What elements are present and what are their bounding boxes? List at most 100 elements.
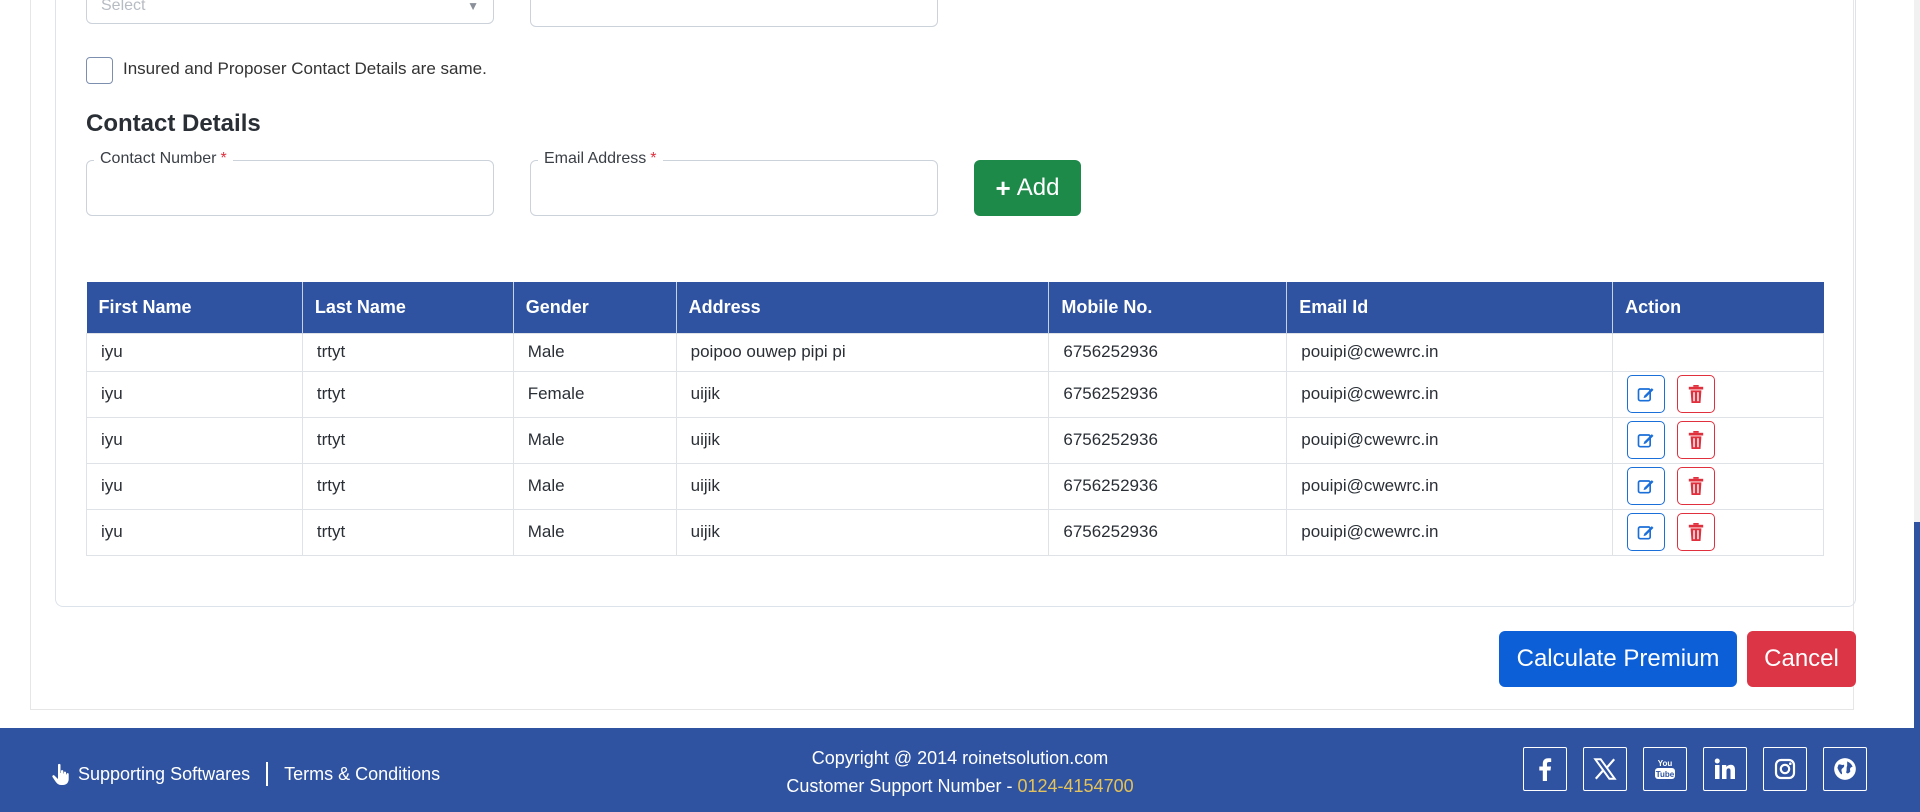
footer-divider — [266, 762, 269, 786]
scrollbar[interactable] — [1914, 0, 1920, 812]
facebook-link[interactable] — [1523, 747, 1567, 791]
previous-text-field[interactable] — [530, 0, 938, 27]
svg-text:Tube: Tube — [1656, 770, 1675, 779]
scrollbar-thumb[interactable] — [1914, 522, 1920, 812]
footer-info: Copyright @ 2014 roinetsolution.com Cust… — [760, 744, 1160, 800]
cell-email: pouipi@cwewrc.in — [1286, 370, 1614, 418]
table-row: iyu trtyt Male uijik 6756252936 pouipi@c… — [86, 508, 1824, 556]
instagram-link[interactable] — [1763, 747, 1807, 791]
cell-last-name: trtyt — [301, 462, 514, 510]
linkedin-icon — [1714, 758, 1735, 779]
table-row: iyu trtyt Female uijik 6756252936 pouipi… — [86, 370, 1824, 418]
calculate-premium-button[interactable]: Calculate Premium — [1499, 631, 1737, 687]
cell-action — [1612, 508, 1824, 556]
pointer-hand-icon — [52, 763, 69, 785]
contact-number-label: Contact Number * — [94, 150, 233, 168]
header-first-name: First Name — [86, 282, 303, 333]
cell-action — [1612, 462, 1824, 510]
cancel-button[interactable]: Cancel — [1747, 631, 1856, 687]
header-gender: Gender — [513, 282, 677, 333]
delete-button[interactable] — [1677, 467, 1716, 505]
cell-email: pouipi@cwewrc.in — [1286, 332, 1614, 372]
youtube-icon: You Tube — [1655, 759, 1675, 779]
add-contact-button[interactable]: + Add — [974, 160, 1081, 216]
trash-icon — [1688, 477, 1704, 495]
social-links: You Tube — [1523, 747, 1867, 791]
select-placeholder: Select — [101, 0, 146, 14]
plus-icon: + — [995, 172, 1011, 203]
cell-mobile: 6756252936 — [1048, 332, 1288, 372]
cell-gender: Female — [512, 370, 677, 418]
trash-icon — [1688, 431, 1704, 449]
edit-button[interactable] — [1627, 513, 1666, 551]
header-mobile: Mobile No. — [1048, 282, 1288, 333]
footer: Supporting Softwares Terms & Conditions … — [0, 728, 1914, 812]
edit-icon — [1637, 434, 1654, 448]
x-twitter-link[interactable] — [1583, 747, 1627, 791]
edit-icon — [1637, 480, 1654, 494]
cell-email: pouipi@cwewrc.in — [1286, 462, 1614, 510]
delete-button[interactable] — [1677, 375, 1716, 413]
facebook-icon — [1539, 758, 1552, 781]
email-address-label-text: Email Address — [544, 150, 647, 167]
cell-mobile: 6756252936 — [1048, 462, 1288, 510]
x-twitter-icon — [1593, 758, 1617, 780]
edit-button[interactable] — [1627, 375, 1666, 413]
table-row: iyu trtyt Male uijik 6756252936 pouipi@c… — [86, 416, 1824, 464]
cell-action — [1612, 370, 1824, 418]
cell-last-name: trtyt — [301, 508, 514, 556]
svg-text:You: You — [1658, 759, 1673, 768]
cell-gender: Male — [512, 332, 677, 372]
insured-members-table: First Name Last Name Gender Address Mobi… — [86, 282, 1824, 556]
same-contact-checkbox[interactable] — [86, 57, 113, 84]
cell-email: pouipi@cwewrc.in — [1286, 508, 1614, 556]
chevron-down-icon: ▼ — [467, 0, 479, 13]
email-address-input[interactable] — [530, 160, 938, 216]
contact-number-input[interactable] — [86, 160, 494, 216]
supporting-softwares-link[interactable]: Supporting Softwares — [78, 764, 250, 785]
cell-first-name: iyu — [86, 462, 303, 510]
copyright-text: Copyright @ 2014 roinetsolution.com — [811, 748, 1109, 768]
linkedin-link[interactable] — [1703, 747, 1747, 791]
delete-button[interactable] — [1677, 513, 1716, 551]
table-row: iyu trtyt Male poipoo ouwep pipi pi 6756… — [86, 332, 1824, 372]
delete-button[interactable] — [1677, 421, 1716, 459]
footer-links: Supporting Softwares Terms & Conditions — [50, 762, 440, 786]
cell-address: uijik — [675, 462, 1050, 510]
cell-gender: Male — [512, 416, 677, 464]
cell-mobile: 6756252936 — [1048, 370, 1288, 418]
support-phone-number: 0124-4154700 — [1017, 776, 1134, 796]
same-contact-checkbox-label: Insured and Proposer Contact Details are… — [123, 59, 487, 78]
cell-last-name: trtyt — [301, 370, 514, 418]
terms-conditions-link[interactable]: Terms & Conditions — [284, 764, 440, 785]
required-marker: * — [650, 150, 657, 167]
cell-first-name: iyu — [86, 508, 303, 556]
instagram-icon — [1774, 758, 1796, 780]
page: Select ▼ Insured and Proposer Contact De… — [0, 0, 1914, 728]
cell-first-name: iyu — [86, 332, 303, 372]
previous-select-field[interactable]: Select ▼ — [86, 0, 494, 24]
trash-icon — [1688, 523, 1704, 541]
cell-first-name: iyu — [86, 416, 303, 464]
cell-gender: Male — [512, 462, 677, 510]
edit-icon — [1637, 388, 1654, 402]
cell-last-name: trtyt — [301, 332, 514, 372]
cell-address: uijik — [675, 370, 1050, 418]
support-line: Customer Support Number - 0124-4154700 — [760, 772, 1160, 800]
header-address: Address — [676, 282, 1050, 333]
edit-button[interactable] — [1627, 467, 1666, 505]
header-action: Action — [1612, 282, 1824, 333]
cell-mobile: 6756252936 — [1048, 508, 1288, 556]
required-marker: * — [220, 150, 227, 167]
edit-icon — [1637, 526, 1654, 540]
add-button-label: Add — [1016, 174, 1060, 201]
email-address-label: Email Address * — [538, 150, 663, 168]
contact-details-title: Contact Details — [86, 110, 261, 137]
website-link[interactable] — [1823, 747, 1867, 791]
youtube-link[interactable]: You Tube — [1643, 747, 1687, 791]
contact-number-label-text: Contact Number — [100, 150, 217, 167]
edit-button[interactable] — [1627, 421, 1666, 459]
cell-mobile: 6756252936 — [1048, 416, 1288, 464]
cell-gender: Male — [512, 508, 677, 556]
cell-email: pouipi@cwewrc.in — [1286, 416, 1614, 464]
